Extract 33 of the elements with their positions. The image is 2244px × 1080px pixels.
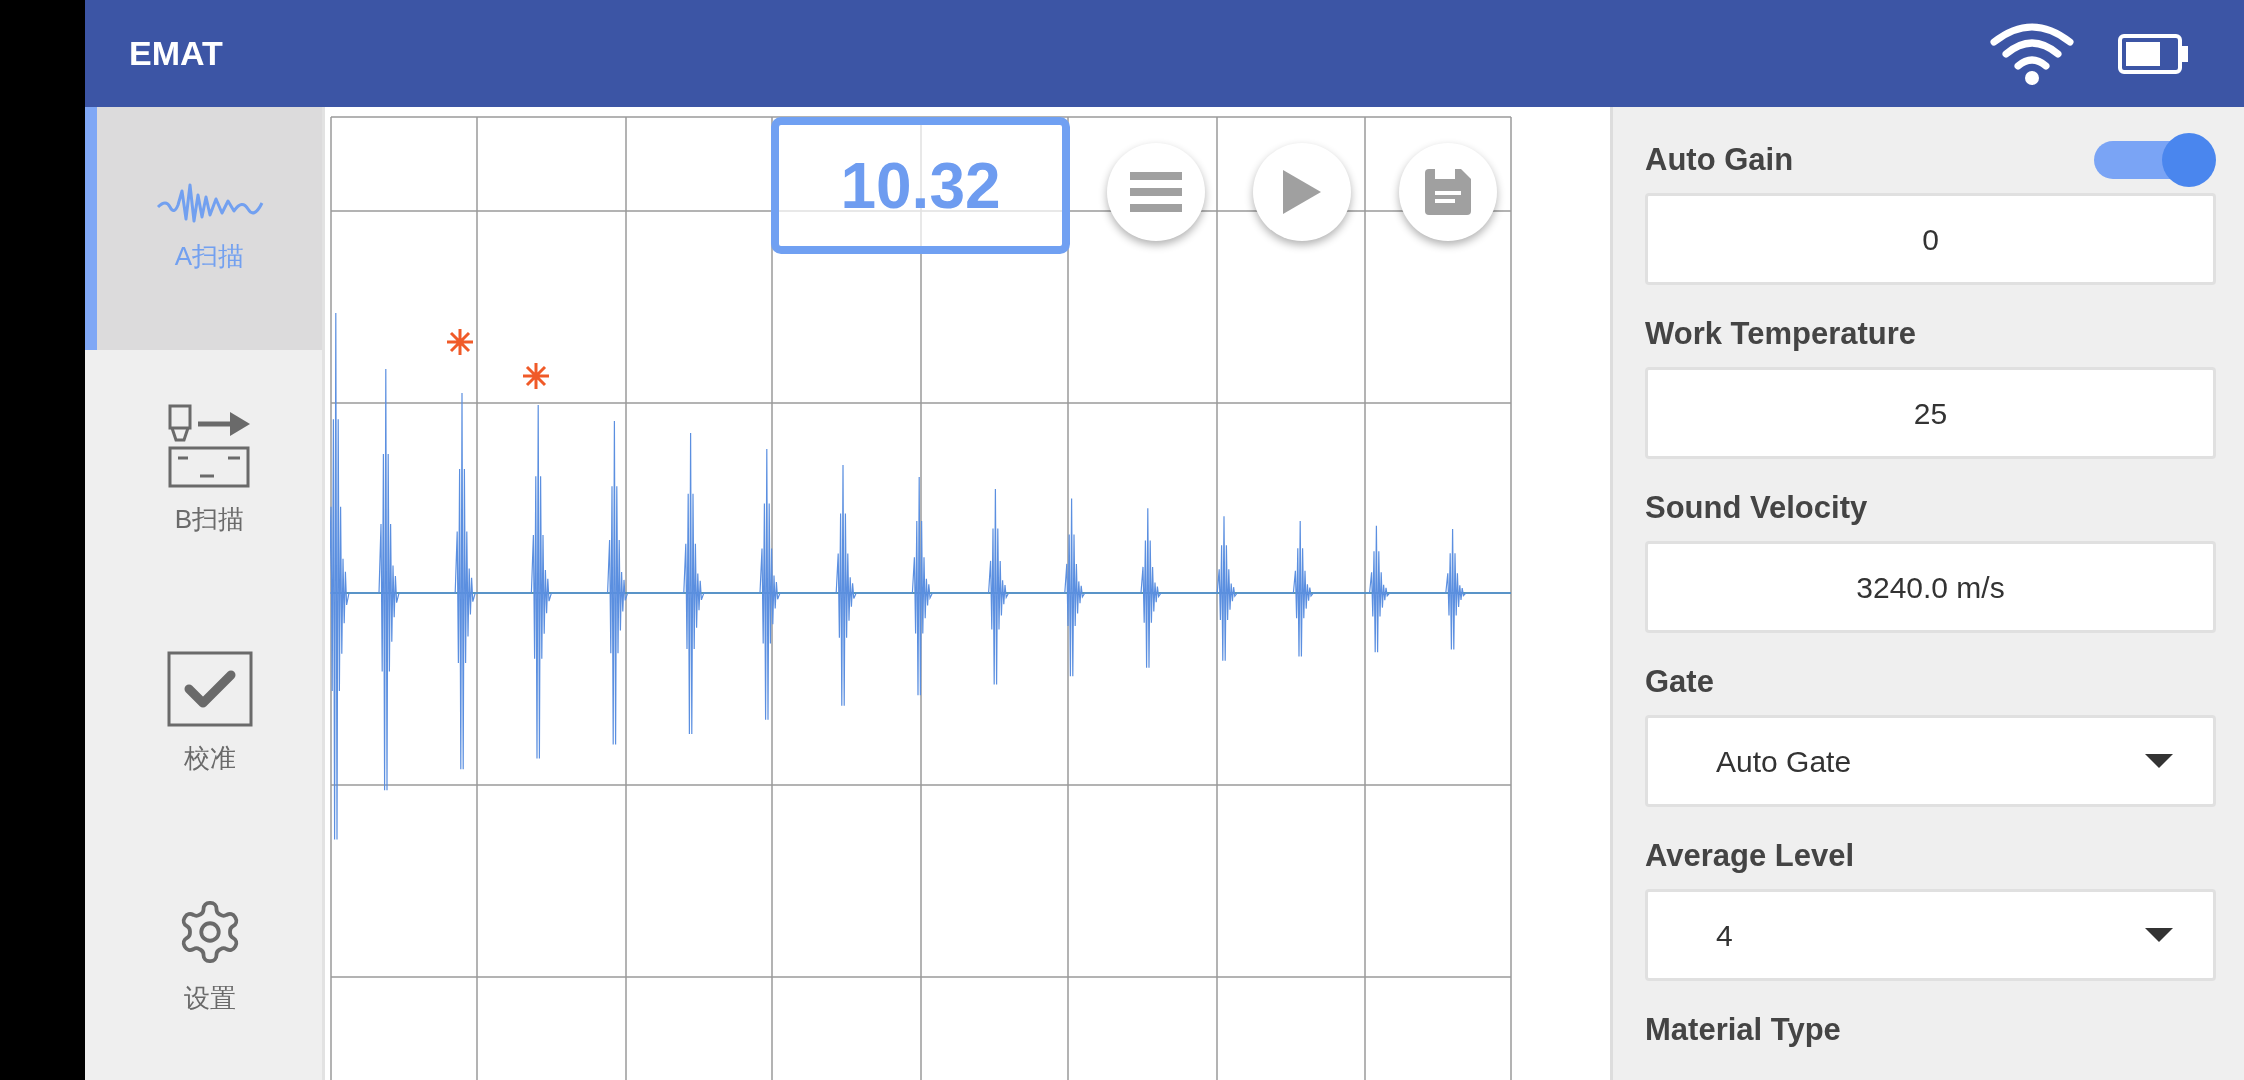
save-button[interactable] xyxy=(1399,143,1497,241)
waveform-icon xyxy=(155,181,264,225)
input-field[interactable]: 0 xyxy=(1645,193,2216,285)
menu-button[interactable] xyxy=(1107,143,1205,241)
peak-marker xyxy=(521,361,551,391)
play-icon xyxy=(1283,170,1321,214)
save-icon xyxy=(1425,169,1471,215)
probe-arrow-icon xyxy=(167,404,252,488)
caret-icon xyxy=(2145,928,2173,942)
setting-label: Average Level xyxy=(1645,836,1855,875)
wifi-icon xyxy=(1990,21,2074,86)
battery-icon xyxy=(2118,33,2190,74)
sidebar-label: 校准 xyxy=(183,742,236,775)
menu-icon xyxy=(1130,172,1182,212)
sidebar-label: 设置 xyxy=(183,982,236,1015)
caret-icon xyxy=(2145,754,2173,768)
sidebar-label: A扫描 xyxy=(174,240,245,273)
setting-label: Sound Velocity xyxy=(1645,488,1868,527)
setting-label: Material Type xyxy=(1645,1010,1841,1049)
dropdown-field[interactable]: Auto Gate xyxy=(1645,715,2216,807)
play-button[interactable] xyxy=(1253,143,1351,241)
setting-label: Auto Gain xyxy=(1645,140,1794,179)
dropdown-field[interactable]: 4 xyxy=(1645,889,2216,981)
toggle-switch[interactable] xyxy=(2092,134,2216,186)
setting-label: Gate xyxy=(1645,662,1714,701)
setting-label: Work Temperature xyxy=(1645,314,1917,353)
sidebar-label: B扫描 xyxy=(174,503,245,536)
readout-value: 10.32 xyxy=(840,148,1001,224)
input-field[interactable]: 3240.0 m/s xyxy=(1645,541,2216,633)
input-field[interactable]: 25 xyxy=(1645,367,2216,459)
checkbox-icon xyxy=(166,651,253,727)
app-title: EMAT xyxy=(129,33,223,74)
peak-marker xyxy=(445,327,475,357)
